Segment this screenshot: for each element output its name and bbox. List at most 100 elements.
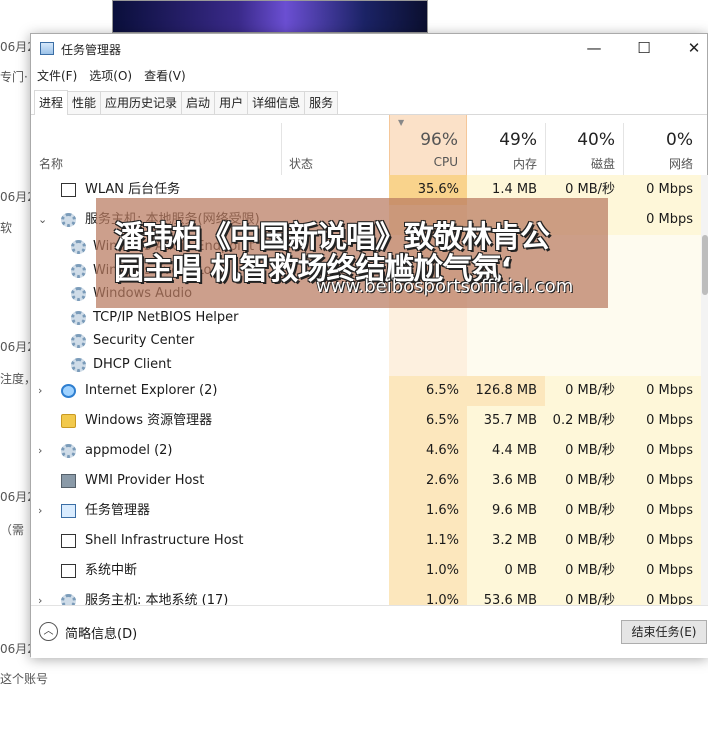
cpu-value	[389, 305, 467, 329]
table-row[interactable]: › Internet Explorer (2) 6.5% 126.8 MB 0 MB/秒…	[31, 376, 708, 406]
column-label-status: 状态	[289, 157, 314, 171]
disk-value: 0 MB/秒	[545, 466, 623, 496]
background-text: 软	[0, 221, 13, 235]
window-icon	[61, 534, 76, 548]
cpu-value: 6.5%	[389, 376, 467, 406]
memory-value: 35.7 MB	[467, 406, 545, 436]
table-row[interactable]: Shell Infrastructure Host 1.1% 3.2 MB 0 MB/…	[31, 526, 708, 556]
memory-value: 3.6 MB	[467, 466, 545, 496]
background-thumbnail-image	[112, 0, 428, 33]
table-row[interactable]: Windows 资源管理器 6.5% 35.7 MB 0.2 MB/秒 0 Mbps	[31, 406, 708, 436]
service-sub-row[interactable]: Security Center	[31, 329, 708, 353]
gear-icon	[61, 213, 76, 227]
column-label-cpu: CPU	[433, 155, 458, 169]
memory-value	[467, 305, 545, 329]
process-name: Internet Explorer (2)	[85, 383, 218, 398]
minimize-button[interactable]: —	[571, 34, 617, 62]
gear-icon	[71, 334, 86, 348]
chevron-right-icon[interactable]: ›	[38, 436, 42, 466]
column-header-disk[interactable]: 40% 磁盘	[545, 115, 623, 175]
table-row[interactable]: › 服务主机: 本地系统 (17) 1.0% 53.6 MB 0 MB/秒 0 Mbps	[31, 586, 708, 605]
disk-value	[545, 352, 623, 376]
service-sub-row[interactable]: DHCP Client	[31, 352, 708, 376]
network-value	[623, 305, 701, 329]
column-header-memory[interactable]: 49% 内存	[467, 115, 545, 175]
close-button[interactable]: ✕	[671, 34, 708, 62]
window-title: 任务管理器	[61, 43, 122, 57]
task-manager-app-icon	[40, 42, 54, 55]
gear-icon	[61, 594, 76, 605]
cpu-value: 2.6%	[389, 466, 467, 496]
network-value: 0 Mbps	[623, 586, 701, 605]
process-name: WMI Provider Host	[85, 473, 205, 488]
column-header-status[interactable]: 状态	[281, 115, 389, 175]
network-value: 0 Mbps	[623, 556, 701, 586]
tab-users[interactable]: 用户	[214, 91, 249, 114]
process-name-cell: Windows 资源管理器	[31, 406, 389, 436]
disk-value: 0 MB/秒	[545, 556, 623, 586]
process-name-cell: › 服务主机: 本地系统 (17)	[31, 586, 389, 605]
chevron-down-icon[interactable]: ⌄	[38, 205, 47, 235]
memory-value: 53.6 MB	[467, 586, 545, 605]
menu-options[interactable]: 选项(O)	[83, 66, 138, 86]
network-value: 0 Mbps	[623, 466, 701, 496]
service-sub-row[interactable]: TCP/IP NetBIOS Helper	[31, 305, 708, 329]
chevron-right-icon[interactable]: ›	[38, 586, 42, 605]
tab-app-history[interactable]: 应用历史记录	[100, 91, 183, 114]
memory-value: 4.4 MB	[467, 436, 545, 466]
memory-value: 9.6 MB	[467, 496, 545, 526]
tab-services[interactable]: 服务	[304, 91, 339, 114]
folder-icon	[61, 414, 76, 428]
column-header-cpu[interactable]: ▼ 96% CPU	[389, 115, 467, 175]
cpu-value: 1.1%	[389, 526, 467, 556]
menu-view[interactable]: 查看(V)	[138, 66, 192, 86]
title-bar[interactable]: 任务管理器 — ☐ ✕	[31, 34, 707, 62]
cpu-value: 1.6%	[389, 496, 467, 526]
network-value: 0 Mbps	[623, 376, 701, 406]
process-name-cell: › 任务管理器	[31, 496, 389, 526]
printer-icon	[61, 474, 76, 488]
network-value: 0 Mbps	[623, 436, 701, 466]
footer-bar: ︿ 简略信息(D) 结束任务(E)	[31, 605, 708, 658]
scrollbar-thumb[interactable]	[702, 235, 708, 295]
table-row[interactable]: WMI Provider Host 2.6% 3.6 MB 0 MB/秒 0 Mbps	[31, 466, 708, 496]
network-value	[623, 235, 701, 259]
table-row[interactable]: › appmodel (2) 4.6% 4.4 MB 0 MB/秒 0 Mbps	[31, 436, 708, 466]
table-row[interactable]: › 任务管理器 1.6% 9.6 MB 0 MB/秒 0 Mbps	[31, 496, 708, 526]
chevron-right-icon[interactable]: ›	[38, 376, 42, 406]
network-value: 0 Mbps	[623, 406, 701, 436]
column-label-memory: 内存	[512, 157, 537, 171]
background-text: 这个账号	[0, 672, 49, 686]
maximize-button[interactable]: ☐	[621, 34, 667, 62]
disk-value: 0 MB/秒	[545, 586, 623, 605]
end-task-button[interactable]: 结束任务(E)	[621, 620, 707, 644]
task-manager-icon	[61, 504, 76, 518]
tab-details[interactable]: 详细信息	[247, 91, 306, 114]
network-value	[623, 329, 701, 353]
network-value	[623, 282, 701, 306]
cpu-value: 4.6%	[389, 436, 467, 466]
column-label-network: 网络	[668, 157, 693, 171]
network-value: 0 Mbps	[623, 496, 701, 526]
gear-icon	[71, 240, 86, 254]
network-value: 0 Mbps	[623, 205, 701, 235]
chevron-up-icon[interactable]: ︿	[39, 622, 58, 641]
gear-icon	[71, 310, 86, 325]
process-name: appmodel (2)	[85, 443, 173, 458]
fewer-details-link[interactable]: 简略信息(D)	[65, 623, 137, 642]
table-row[interactable]: 系统中断 1.0% 0 MB 0 MB/秒 0 Mbps	[31, 556, 708, 586]
process-name-cell: Shell Infrastructure Host	[31, 526, 389, 556]
tab-processes[interactable]: 进程	[34, 90, 69, 115]
menu-file[interactable]: 文件(F)	[31, 66, 83, 86]
memory-total-percent: 49%	[499, 130, 537, 150]
network-value	[623, 258, 701, 282]
window-icon	[61, 564, 76, 578]
column-header-network[interactable]: 0% 网络	[623, 115, 701, 175]
overlay-caption-banner: 潘玮柏《中国新说唱》致敬林肯公 园主唱 机智救场终结尴尬气氛‘ www.beib…	[96, 198, 608, 308]
tab-performance[interactable]: 性能	[67, 91, 102, 114]
column-header-name[interactable]: 名称	[31, 115, 281, 175]
tab-startup[interactable]: 启动	[181, 91, 216, 114]
menu-bar: 文件(F) 选项(O) 查看(V)	[31, 66, 192, 86]
chevron-right-icon[interactable]: ›	[38, 496, 42, 526]
memory-value	[467, 329, 545, 353]
